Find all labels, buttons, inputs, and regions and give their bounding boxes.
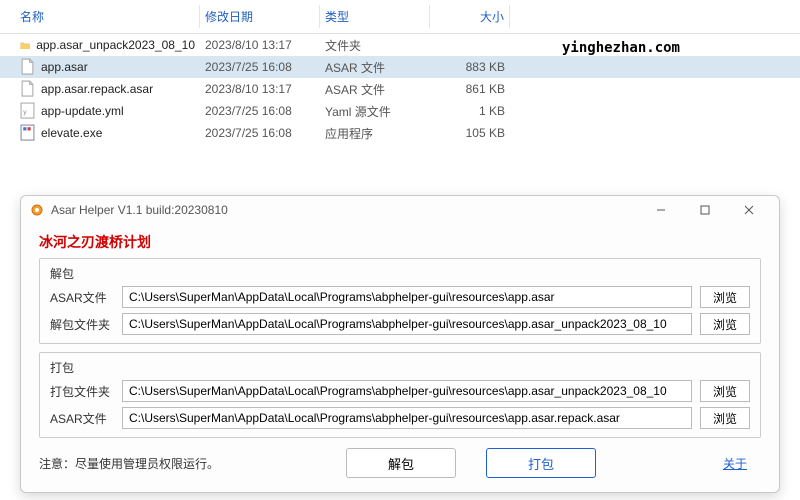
file-name: app.asar: [41, 60, 88, 74]
close-button[interactable]: [727, 197, 771, 223]
header-date[interactable]: 修改日期: [200, 5, 320, 28]
file-row[interactable]: elevate.exe 2023/7/25 16:08应用程序105 KB: [0, 122, 800, 144]
file-type: ASAR 文件: [320, 81, 430, 98]
dialog-titlebar[interactable]: Asar Helper V1.1 build:20230810: [21, 196, 779, 224]
header-size[interactable]: 大小: [430, 5, 510, 28]
file-date: 2023/7/25 16:08: [200, 104, 320, 118]
watermark-text: yinghezhan.com: [562, 40, 680, 56]
pack-group-label: 打包: [50, 359, 750, 376]
pack-asar-browse-button[interactable]: 浏览: [700, 407, 750, 429]
file-date: 2023/8/10 13:17: [200, 82, 320, 96]
file-size: 883 KB: [430, 60, 510, 74]
file-date: 2023/8/10 13:17: [200, 38, 320, 52]
unpack-asar-input[interactable]: [122, 286, 692, 308]
file-icon: [20, 60, 35, 75]
file-explorer-list: 名称 修改日期 类型 大小 app.asar_unpack2023_08_10 2…: [0, 0, 800, 144]
maximize-button[interactable]: [683, 197, 727, 223]
folder-icon: [20, 38, 30, 53]
exe-icon: [20, 126, 35, 141]
unpack-folder-browse-button[interactable]: 浏览: [700, 313, 750, 335]
header-name[interactable]: 名称: [0, 5, 200, 28]
pack-asar-label: ASAR文件: [50, 410, 114, 427]
asar-helper-dialog: Asar Helper V1.1 build:20230810 冰河之刃渡桥计划…: [20, 195, 780, 493]
file-list-header: 名称 修改日期 类型 大小: [0, 0, 800, 34]
yml-icon: y: [20, 104, 35, 119]
plan-title: 冰河之刃渡桥计划: [39, 232, 761, 252]
unpack-asar-browse-button[interactable]: 浏览: [700, 286, 750, 308]
app-gear-icon: [29, 202, 45, 218]
unpack-folder-input[interactable]: [122, 313, 692, 335]
file-size: 1 KB: [430, 104, 510, 118]
unpack-group-label: 解包: [50, 265, 750, 282]
pack-group: 打包 打包文件夹 浏览 ASAR文件 浏览: [39, 352, 761, 438]
file-name: app.asar_unpack2023_08_10: [36, 38, 195, 52]
file-name: app-update.yml: [41, 104, 124, 118]
pack-button[interactable]: 打包: [486, 448, 596, 478]
file-type: ASAR 文件: [320, 59, 430, 76]
file-row[interactable]: app.asar.repack.asar 2023/8/10 13:17ASAR …: [0, 78, 800, 100]
unpack-button[interactable]: 解包: [346, 448, 456, 478]
unpack-folder-label: 解包文件夹: [50, 316, 114, 333]
file-name: app.asar.repack.asar: [41, 82, 153, 96]
file-name: elevate.exe: [41, 126, 102, 140]
admin-note: 注意：尽量使用管理员权限运行。: [39, 455, 219, 472]
file-date: 2023/7/25 16:08: [200, 60, 320, 74]
unpack-group: 解包 ASAR文件 浏览 解包文件夹 浏览: [39, 258, 761, 344]
pack-folder-label: 打包文件夹: [50, 383, 114, 400]
pack-folder-browse-button[interactable]: 浏览: [700, 380, 750, 402]
unpack-asar-label: ASAR文件: [50, 289, 114, 306]
file-row[interactable]: app.asar 2023/7/25 16:08ASAR 文件883 KB: [0, 56, 800, 78]
file-row[interactable]: y app-update.yml 2023/7/25 16:08Yaml 源文件1 …: [0, 100, 800, 122]
file-size: 105 KB: [430, 126, 510, 140]
file-icon: [20, 82, 35, 97]
about-link[interactable]: 关于: [723, 455, 747, 472]
dialog-title: Asar Helper V1.1 build:20230810: [51, 203, 639, 217]
file-row[interactable]: app.asar_unpack2023_08_10 2023/8/10 13:17…: [0, 34, 800, 56]
minimize-button[interactable]: [639, 197, 683, 223]
file-type: Yaml 源文件: [320, 103, 430, 120]
file-type: 应用程序: [320, 125, 430, 142]
pack-asar-input[interactable]: [122, 407, 692, 429]
pack-folder-input[interactable]: [122, 380, 692, 402]
file-date: 2023/7/25 16:08: [200, 126, 320, 140]
file-size: 861 KB: [430, 82, 510, 96]
header-type[interactable]: 类型: [320, 5, 430, 28]
file-type: 文件夹: [320, 37, 430, 54]
